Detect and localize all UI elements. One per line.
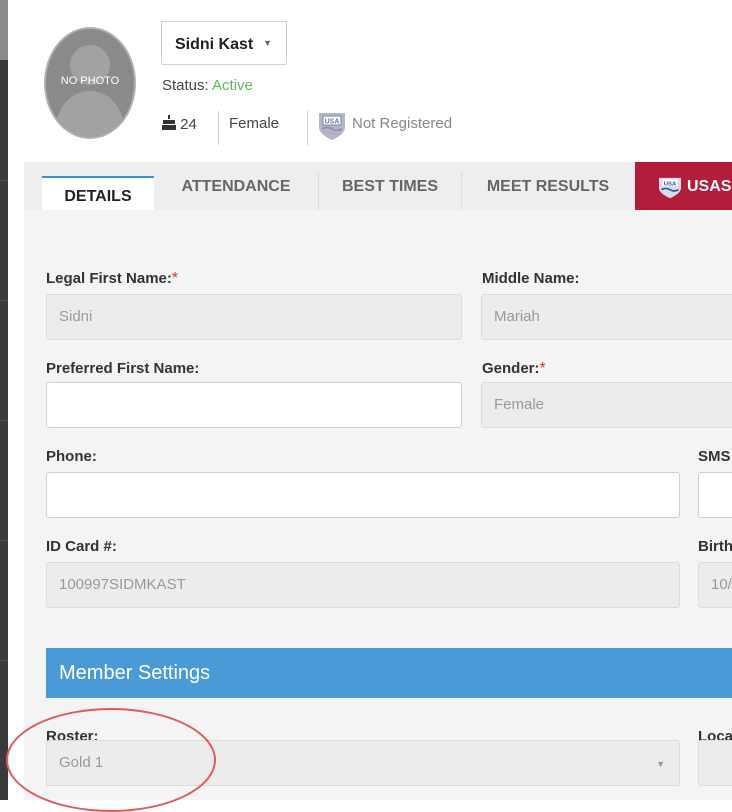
roster-select[interactable]: Gold 1 ▼ xyxy=(46,740,680,786)
age-value: 24 xyxy=(180,116,197,133)
birth-date-field[interactable]: 10/ xyxy=(698,562,732,608)
phone-field[interactable] xyxy=(46,472,680,518)
caret-down-icon: ▼ xyxy=(656,759,665,769)
gender-label: Gender:* xyxy=(482,360,546,377)
divider xyxy=(218,111,219,145)
phone-label: Phone: xyxy=(46,448,97,465)
status-line: Status: Active xyxy=(162,77,253,94)
no-photo-label: NO PHOTO xyxy=(60,75,120,87)
tab-attendance[interactable]: ATTENDANCE xyxy=(154,162,318,210)
profile-tabs: DETAILS ATTENDANCE BEST TIMES MEET RESUL… xyxy=(24,162,732,210)
tab-best-times[interactable]: BEST TIMES xyxy=(319,162,461,210)
id-card-field[interactable]: 100997SIDMKAST xyxy=(46,562,680,608)
roster-value: Gold 1 xyxy=(59,754,104,771)
age-info: 24 xyxy=(162,115,197,133)
status-label: Status: xyxy=(162,77,209,94)
preferred-first-name-field[interactable] xyxy=(46,382,462,428)
middle-name-field[interactable]: Mariah xyxy=(481,294,732,340)
registration-status: Not Registered xyxy=(352,115,453,132)
birthday-cake-icon xyxy=(162,115,176,130)
member-settings-header: Member Settings xyxy=(46,648,732,698)
middle-name-label: Middle Name: xyxy=(482,270,580,287)
sms-label: SMS xyxy=(698,448,731,465)
tab-usas-label: USAS xyxy=(687,178,732,195)
divider xyxy=(0,180,8,181)
gender-field[interactable]: Female xyxy=(481,382,732,428)
caret-down-icon: ▼ xyxy=(263,38,272,48)
usa-swimming-badge-icon: USA xyxy=(319,113,345,140)
svg-text:USA: USA xyxy=(664,181,677,187)
tab-details[interactable]: DETAILS xyxy=(42,176,154,210)
divider xyxy=(0,660,8,661)
avatar[interactable]: NO PHOTO xyxy=(44,27,136,139)
legal-first-name-label: Legal First Name:* xyxy=(46,270,179,287)
id-card-label: ID Card #: xyxy=(46,538,117,555)
usa-swimming-badge-icon: USA xyxy=(659,177,681,199)
svg-text:USA: USA xyxy=(325,119,340,126)
sms-field[interactable] xyxy=(698,472,732,518)
preferred-first-name-label: Preferred First Name: xyxy=(46,360,200,377)
gender-value: Female xyxy=(229,115,280,132)
member-profile-page: NO PHOTO Sidni Kast ▼ Status: Active 24 … xyxy=(6,0,732,812)
tab-usas[interactable]: USA USAS xyxy=(635,162,732,210)
birth-label: Birth xyxy=(698,538,732,555)
member-name-dropdown[interactable]: Sidni Kast ▼ xyxy=(161,21,287,65)
divider xyxy=(307,111,308,145)
member-name: Sidni Kast xyxy=(175,36,254,53)
scroll-thumb[interactable] xyxy=(0,0,8,60)
tab-meet-results[interactable]: MEET RESULTS xyxy=(462,162,634,210)
location-select[interactable] xyxy=(698,740,732,786)
divider xyxy=(0,540,8,541)
status-value: Active xyxy=(212,77,253,94)
divider xyxy=(0,300,8,301)
divider xyxy=(0,420,8,421)
legal-first-name-field[interactable]: Sidni xyxy=(46,294,462,340)
window-edge-strip xyxy=(0,0,8,800)
details-form: Legal First Name:* Sidni Middle Name: Ma… xyxy=(6,210,732,812)
